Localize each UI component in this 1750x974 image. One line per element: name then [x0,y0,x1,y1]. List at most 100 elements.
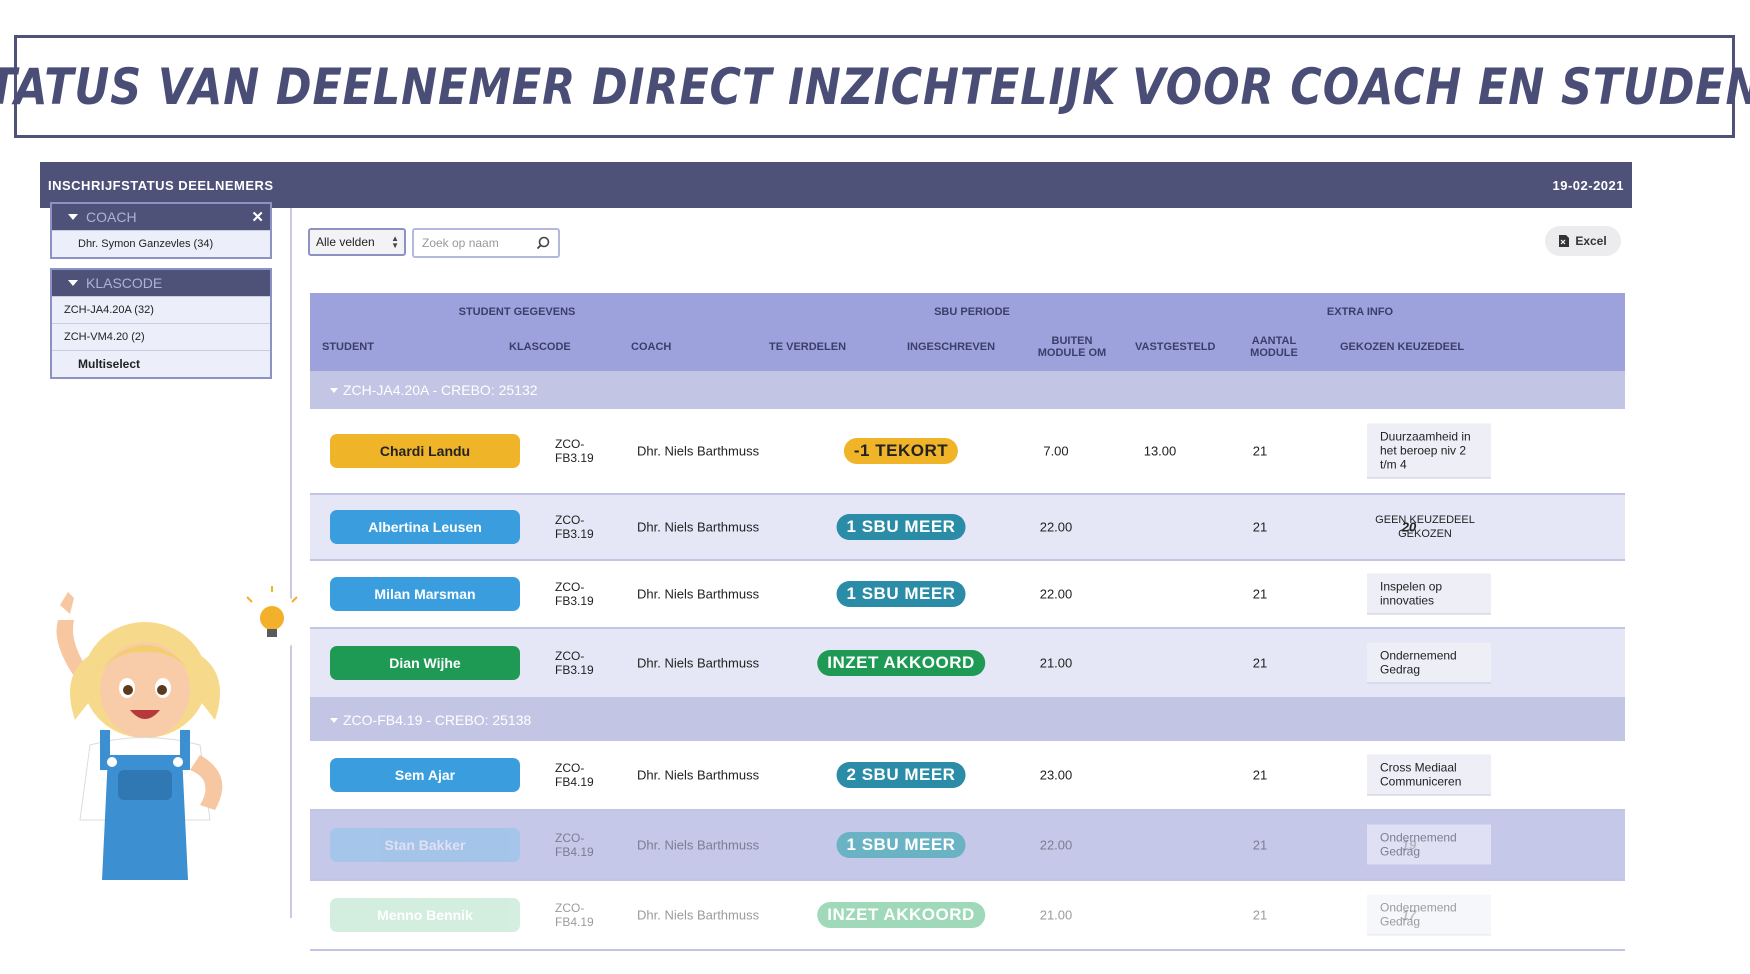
banner: STATUS VAN DEELNEMER DIRECT INZICHTELIJK… [0,35,1750,138]
klascode-line2: FB3.19 [555,451,594,465]
status-badge: 1 SBU MEER [836,581,966,607]
field-select-value: Alle velden [316,235,375,249]
status-badge: 2 SBU MEER [836,762,966,788]
col-keuzedeel[interactable]: GEKOZEN KEUZEDEEL [1340,341,1464,353]
table-row[interactable]: Sem Ajar ZCO- FB4.19 Dhr. Niels Barthmuss… [310,741,1625,811]
search-placeholder: Zoek op naam [422,236,499,250]
col-aantal-line1: AANTAL [1251,335,1297,347]
col-ingeschreven[interactable]: INGESCHREVEN [907,341,995,353]
student-button[interactable]: Menno Bennik [330,898,520,932]
klascode-line2: FB4.19 [555,775,594,789]
keuzedeel-cell: Ondernemend Gedrag [1367,894,1491,936]
keuzedeel-cell: Duurzaamheid in het beroep niv 2 t/m 4 [1367,423,1491,479]
group-header-student: STUDENT GEGEVENS [458,306,576,318]
klascode-cell: ZCO- FB4.19 [555,761,615,789]
col-student[interactable]: STUDENT [322,341,374,353]
close-icon[interactable]: ✕ [251,208,264,226]
klascode-line2: FB3.19 [555,663,594,677]
table-row[interactable]: Stan Bakker ZCO- FB4.19 Dhr. Niels Barthm… [310,811,1625,881]
caret-down-icon [68,280,78,286]
col-coach[interactable]: COACH [631,341,671,353]
buiten-cell: 13.00 [1143,443,1177,459]
col-vastgesteld[interactable]: VASTGESTELD [1135,341,1215,353]
group-row[interactable]: ZCH-JA4.20A - CREBO: 25132 [310,371,1625,409]
coach-cell: Dhr. Niels Barthmuss [637,443,760,459]
table-row[interactable]: Dian Wijhe ZCO- FB3.19 Dhr. Niels Barthmu… [310,629,1625,699]
coach-cell: Dhr. Niels Barthmuss [637,655,760,671]
ingeschreven-cell: 7.00 [1043,443,1069,459]
ingeschreven-cell: 22.00 [1039,586,1073,602]
search-icon[interactable] [536,236,550,250]
table-row[interactable]: Menno Bennik ZCO- FB4.19 Dhr. Niels Barth… [310,881,1625,951]
status-badge: INZET AKKOORD [817,650,985,676]
vastgesteld-cell: 21 [1252,907,1268,923]
date-label: 19-02-2021 [1552,177,1624,193]
ingeschreven-cell: 22.00 [1039,837,1073,853]
group-row[interactable]: ZCO-FB4.19 - CREBO: 25138 [310,699,1625,741]
group-label: ZCH-JA4.20A - CREBO: 25132 [343,382,538,398]
caret-down-icon [68,214,78,220]
search-input[interactable]: Zoek op naam [412,228,560,258]
student-button[interactable]: Stan Bakker [330,828,520,862]
student-button[interactable]: Chardi Landu [330,434,520,468]
klascode-cell: ZCO- FB4.19 [555,901,615,929]
excel-button[interactable]: Excel [1545,226,1621,256]
select-arrows-icon: ▲ ▼ [391,234,399,250]
table-row[interactable]: Chardi Landu ZCO- FB3.19 Dhr. Niels Barth… [310,409,1625,495]
group-header-extra: EXTRA INFO [1326,306,1394,318]
coach-filter-label: COACH [86,209,137,225]
excel-file-icon [1559,235,1570,247]
klascode-cell: ZCO- FB3.19 [555,649,615,677]
coach-filter-item[interactable]: Dhr. Symon Ganzevles (34) [52,230,270,257]
student-button[interactable]: Dian Wijhe [330,646,520,680]
keuzedeel-cell: Inspelen op innovaties [1367,573,1491,615]
klascode-cell: ZCO- FB3.19 [555,580,615,608]
klascode-line1: ZCO- [555,513,585,527]
ingeschreven-cell: 23.00 [1039,767,1073,783]
coach-filter-header[interactable]: COACH ✕ [52,204,270,230]
col-te-verdelen[interactable]: TE VERDELEN [769,341,846,353]
keuzedeel-cell: GEEN KEUZEDEEL GEKOZEN [1375,514,1475,540]
klascode-filter-header[interactable]: KLASCODE [52,270,270,296]
caret-down-icon [330,717,338,723]
klascode-line1: ZCO- [555,580,585,594]
klascode-item[interactable]: ZCH-VM4.20 (2) [52,323,270,350]
student-button[interactable]: Milan Marsman [330,577,520,611]
table-row[interactable]: Albertina Leusen ZCO- FB3.19 Dhr. Niels B… [310,495,1625,561]
vastgesteld-cell: 21 [1252,837,1268,853]
page-title: INSCHRIJFSTATUS DEELNEMERS [48,177,274,193]
ingeschreven-cell: 21.00 [1039,655,1073,671]
klascode-cell: ZCO- FB3.19 [555,437,615,465]
student-character-illustration [56,586,302,880]
student-button[interactable]: Albertina Leusen [330,510,520,544]
student-button[interactable]: Sem Ajar [330,758,520,792]
group-label: ZCO-FB4.19 - CREBO: 25138 [343,712,532,728]
klascode-line1: ZCO- [555,831,585,845]
field-select[interactable]: Alle velden ▲ ▼ [308,228,406,256]
status-table: STUDENT GEGEVENS SBU PERIODE EXTRA INFO … [310,293,1625,951]
keuzedeel-cell: Ondernemend Gedrag [1367,642,1491,684]
col-aantal-module[interactable]: AANTAL MODULE [1244,335,1304,359]
vastgesteld-cell: 21 [1252,443,1268,459]
klascode-line1: ZCO- [555,649,585,663]
coach-filter: COACH ✕ Dhr. Symon Ganzevles (34) [50,202,272,259]
klascode-cell: ZCO- FB4.19 [555,831,615,859]
coach-cell: Dhr. Niels Barthmuss [637,519,760,535]
klascode-cell: ZCO- FB3.19 [555,513,615,541]
app-header: INSCHRIJFSTATUS DEELNEMERS 19-02-2021 [40,162,1632,208]
klascode-item[interactable]: ZCH-JA4.20A (32) [52,296,270,323]
coach-cell: Dhr. Niels Barthmuss [637,767,760,783]
multiselect-button[interactable]: Multiselect [52,350,270,377]
status-badge: 1 SBU MEER [836,514,966,540]
col-buiten-module[interactable]: BUITEN MODULE OM [1032,335,1112,359]
table-row[interactable]: Milan Marsman ZCO- FB3.19 Dhr. Niels Bart… [310,561,1625,629]
klascode-line2: FB4.19 [555,915,594,929]
col-buiten-line2: MODULE OM [1037,347,1107,359]
klascode-line1: ZCO- [555,901,585,915]
klascode-filter-label: KLASCODE [86,275,163,291]
group-header-sbu: SBU PERIODE [934,306,1010,318]
ingeschreven-cell: 22.00 [1039,519,1073,535]
keuzedeel-cell: Cross Mediaal Communiceren [1367,754,1491,796]
col-klascode[interactable]: KLASCODE [509,341,571,353]
klascode-filter: KLASCODE ZCH-JA4.20A (32) ZCH-VM4.20 (2)… [50,268,272,379]
